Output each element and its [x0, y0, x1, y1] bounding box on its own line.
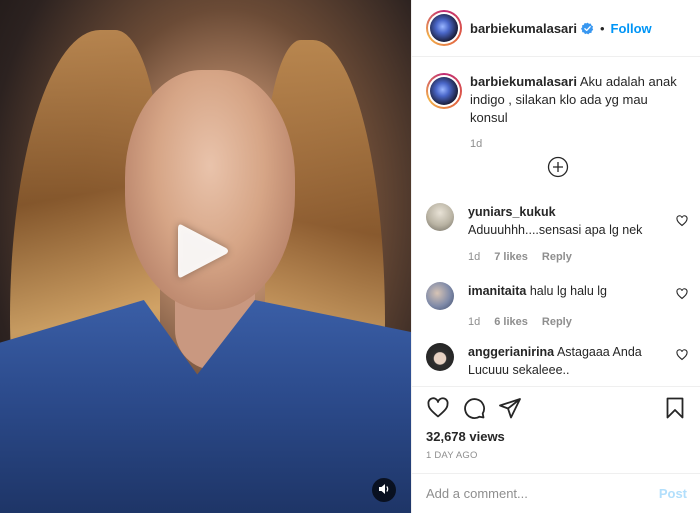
avatar[interactable] — [426, 10, 462, 46]
instagram-post: barbiekumalasari • Follow barbiekumalasa… — [0, 0, 700, 513]
views-count[interactable]: 32,678 views — [426, 429, 687, 444]
comment-item: anggerianirina Astagaaa Anda Lucuuu seka… — [426, 343, 688, 379]
comment-icon[interactable] — [462, 396, 486, 420]
add-comment-form: Post — [412, 473, 700, 513]
comment-text: Aduuuhhh....sensasi apa lg nek — [468, 223, 643, 237]
caption-username[interactable]: barbiekumalasari — [470, 74, 577, 89]
separator-dot: • — [599, 20, 605, 36]
post-date[interactable]: 1 DAY AGO — [426, 450, 687, 461]
comment-item: yuniars_kukuk Aduuuhhh....sensasi apa lg… — [426, 203, 688, 266]
share-icon[interactable] — [498, 396, 522, 420]
action-icons-row — [426, 387, 687, 429]
bookmark-icon[interactable] — [663, 396, 687, 420]
sound-toggle-button[interactable] — [372, 478, 396, 502]
comment-input[interactable] — [426, 486, 659, 501]
comment-body: yuniars_kukuk Aduuuhhh....sensasi apa lg… — [468, 203, 664, 266]
play-icon — [176, 221, 230, 284]
post-actions: 32,678 views 1 DAY AGO — [412, 386, 700, 461]
post-comment-button[interactable]: Post — [659, 486, 687, 501]
heart-icon[interactable] — [676, 288, 688, 300]
comment-meta: 1d 7 likes Reply — [468, 248, 664, 266]
video-media[interactable] — [0, 0, 411, 513]
comment-item: imanitaita halu lg halu lg 1d 6 likes Re… — [426, 282, 688, 331]
comment-time[interactable]: 1d — [468, 313, 480, 331]
play-button[interactable] — [173, 222, 233, 282]
heart-icon[interactable] — [676, 349, 688, 361]
comment-avatar[interactable] — [426, 343, 454, 371]
comment-avatar[interactable] — [426, 282, 454, 310]
comment-username[interactable]: imanitaita — [468, 284, 526, 298]
comment-likes[interactable]: 7 likes — [494, 248, 528, 266]
comment-username[interactable]: yuniars_kukuk — [468, 205, 556, 219]
follow-button[interactable]: Follow — [611, 21, 652, 36]
comment-avatar[interactable] — [426, 203, 454, 231]
caption-body: barbiekumalasari Aku adalah anak indigo … — [470, 73, 686, 153]
reply-button[interactable]: Reply — [542, 313, 572, 331]
comment-text: halu lg halu lg — [529, 284, 607, 298]
comment-body: anggerianirina Astagaaa Anda Lucuuu seka… — [468, 343, 664, 379]
comment-likes[interactable]: 6 likes — [494, 313, 528, 331]
verified-badge-icon — [580, 22, 594, 35]
sound-icon — [377, 482, 391, 499]
post-side-panel: barbiekumalasari • Follow barbiekumalasa… — [411, 0, 700, 513]
plus-circle-icon — [547, 156, 569, 181]
comment-body: imanitaita halu lg halu lg 1d 6 likes Re… — [468, 282, 664, 331]
load-more-comments-button[interactable] — [547, 156, 569, 178]
caption-avatar[interactable] — [426, 73, 462, 109]
caption-time[interactable]: 1d — [470, 135, 686, 153]
comment-username[interactable]: anggerianirina — [468, 345, 554, 359]
heart-icon[interactable] — [676, 215, 688, 227]
comment-time[interactable]: 1d — [468, 248, 480, 266]
post-header: barbiekumalasari • Follow — [412, 0, 700, 57]
reply-button[interactable]: Reply — [542, 248, 572, 266]
comment-meta: 1d 6 likes Reply — [468, 313, 664, 331]
heart-icon[interactable] — [426, 396, 450, 420]
caption: barbiekumalasari Aku adalah anak indigo … — [412, 57, 700, 153]
header-username[interactable]: barbiekumalasari — [470, 21, 577, 36]
